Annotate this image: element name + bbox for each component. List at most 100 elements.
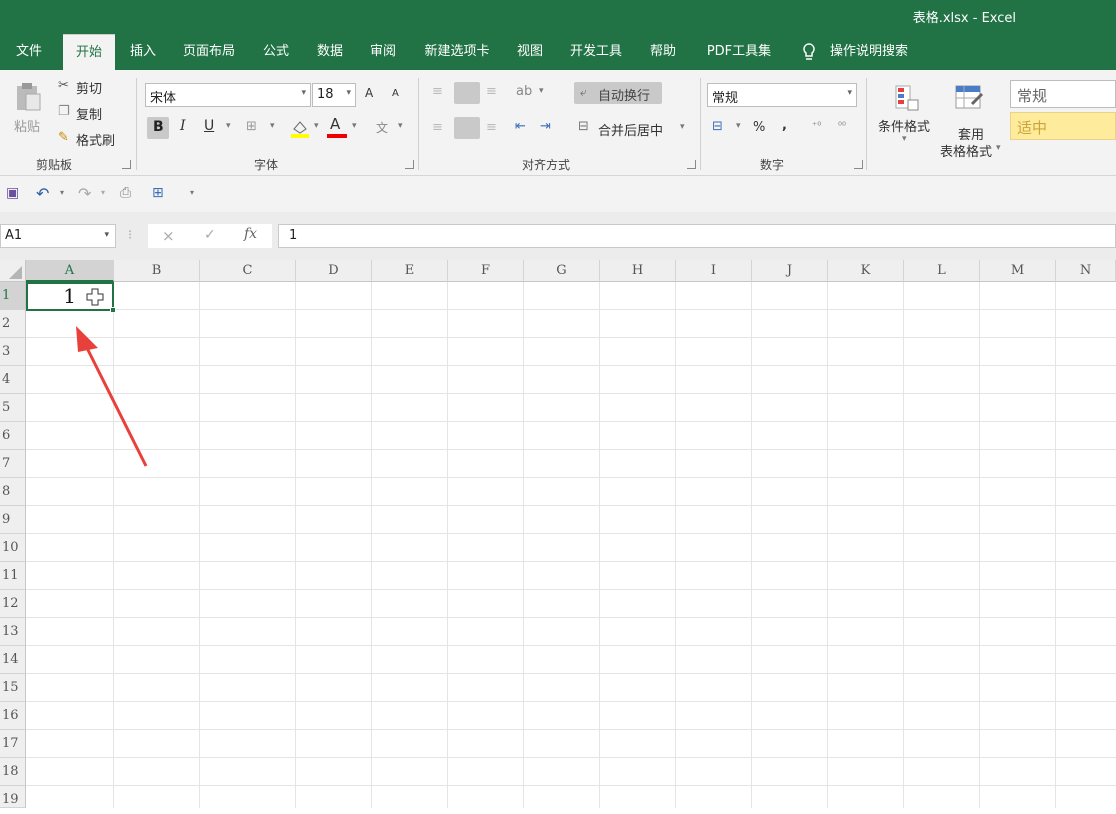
font-color-button[interactable]: A <box>326 115 348 141</box>
tab-formulas[interactable]: 公式 <box>258 34 294 70</box>
row-header-15[interactable]: 15 <box>0 674 26 702</box>
insert-function-button[interactable]: fx <box>244 226 257 242</box>
format-as-table-button[interactable]: 套用 表格格式 ▾ <box>938 78 1004 160</box>
bold-button[interactable]: B <box>147 117 169 139</box>
column-header-c[interactable]: C <box>200 260 296 282</box>
cut-button[interactable]: 剪切 <box>76 78 102 97</box>
copy-button[interactable]: 复制 <box>76 104 102 123</box>
italic-button[interactable]: I <box>180 118 186 134</box>
row-header-5[interactable]: 5 <box>0 394 26 422</box>
wrap-text-button[interactable]: 自动换行 ⤶ <box>574 82 662 104</box>
row-header-18[interactable]: 18 <box>0 758 26 786</box>
print-preview-icon[interactable]: ⎙ <box>120 185 131 201</box>
percent-button[interactable]: % <box>753 120 765 135</box>
column-header-h[interactable]: H <box>600 260 676 282</box>
tab-developer[interactable]: 开发工具 <box>565 34 627 70</box>
column-header-e[interactable]: E <box>372 260 448 282</box>
row-header-14[interactable]: 14 <box>0 646 26 674</box>
tab-file[interactable]: 文件 <box>12 34 46 70</box>
row-header-17[interactable]: 17 <box>0 730 26 758</box>
save-icon[interactable]: ▣ <box>6 185 19 201</box>
underline-button[interactable]: U <box>204 118 214 134</box>
row-header-19[interactable]: 19 <box>0 786 26 808</box>
row-header-6[interactable]: 6 <box>0 422 26 450</box>
font-name-combo[interactable]: 宋体 ▾ <box>145 83 311 107</box>
chevron-down-icon[interactable]: ▾ <box>736 121 741 131</box>
tell-me-search[interactable]: 操作说明搜索 <box>826 34 912 70</box>
currency-icon[interactable]: ⊟ <box>712 119 723 134</box>
column-header-d[interactable]: D <box>296 260 372 282</box>
row-header-9[interactable]: 9 <box>0 506 26 534</box>
orientation-icon[interactable]: ab <box>516 84 532 99</box>
worksheet-grid[interactable]: ABCDEFGHIJKLMN 1 2 3 4 5 6 7 8 9 10 11 12 13 14 15 16 17… <box>0 260 1116 808</box>
grow-font-button[interactable]: A <box>365 86 373 100</box>
comma-button[interactable]: , <box>782 118 787 133</box>
column-header-l[interactable]: L <box>904 260 980 282</box>
chevron-down-icon[interactable]: ▾ <box>314 121 319 131</box>
column-header-a[interactable]: A <box>26 260 114 282</box>
borders-icon[interactable]: ⊞ <box>246 119 257 134</box>
row-header-10[interactable]: 10 <box>0 534 26 562</box>
increase-decimal-icon[interactable]: ⁺⁰ <box>812 121 821 132</box>
row-header-11[interactable]: 11 <box>0 562 26 590</box>
align-right-icon[interactable]: ≡ <box>486 120 497 135</box>
column-header-j[interactable]: J <box>752 260 828 282</box>
tab-data[interactable]: 数据 <box>312 34 348 70</box>
column-header-m[interactable]: M <box>980 260 1056 282</box>
clipboard-launcher[interactable] <box>122 160 131 169</box>
tab-page-layout[interactable]: 页面布局 <box>178 34 240 70</box>
tab-review[interactable]: 审阅 <box>365 34 401 70</box>
row-header-12[interactable]: 12 <box>0 590 26 618</box>
row-header-4[interactable]: 4 <box>0 366 26 394</box>
fill-color-icon[interactable] <box>290 117 310 143</box>
tab-help[interactable]: 帮助 <box>645 34 681 70</box>
row-header-16[interactable]: 16 <box>0 702 26 730</box>
column-header-g[interactable]: G <box>524 260 600 282</box>
column-header-f[interactable]: F <box>448 260 524 282</box>
row-header-13[interactable]: 13 <box>0 618 26 646</box>
tab-view[interactable]: 视图 <box>512 34 548 70</box>
column-header-b[interactable]: B <box>114 260 200 282</box>
conditional-formatting-button[interactable]: 条件格式 ▾ <box>876 78 936 154</box>
align-left-icon[interactable]: ≡ <box>432 120 443 135</box>
select-all-corner[interactable] <box>0 260 26 282</box>
chevron-down-icon[interactable]: ▾ <box>60 188 64 197</box>
active-cell-a1[interactable]: 1 <box>26 282 116 313</box>
format-painter-button[interactable]: 格式刷 <box>76 130 115 149</box>
align-center-button[interactable] <box>454 117 480 139</box>
chevron-down-icon[interactable]: ▾ <box>352 121 357 131</box>
chevron-down-icon[interactable]: ▾ <box>101 188 105 197</box>
align-bottom-icon[interactable]: ≡ <box>486 84 497 99</box>
undo-icon[interactable]: ↶ <box>36 184 49 203</box>
number-launcher[interactable] <box>854 160 863 169</box>
cell-style-neutral[interactable]: 适中 <box>1010 112 1116 140</box>
tab-insert[interactable]: 插入 <box>126 34 160 70</box>
shrink-font-button[interactable]: A <box>392 88 399 99</box>
row-header-7[interactable]: 7 <box>0 450 26 478</box>
tab-home[interactable]: 开始 <box>63 34 115 70</box>
decrease-indent-icon[interactable]: ⇤ <box>515 119 526 134</box>
row-header-3[interactable]: 3 <box>0 338 26 366</box>
row-header-8[interactable]: 8 <box>0 478 26 506</box>
cell-style-normal[interactable]: 常规 <box>1010 80 1116 108</box>
lightbulb-icon[interactable] <box>800 34 818 70</box>
column-header-n[interactable]: N <box>1056 260 1116 282</box>
alignment-launcher[interactable] <box>687 160 696 169</box>
enter-button[interactable]: ✓ <box>204 227 216 243</box>
column-header-i[interactable]: I <box>676 260 752 282</box>
chevron-down-icon[interactable]: ▾ <box>680 122 685 132</box>
align-middle-button[interactable] <box>454 82 480 104</box>
tab-new-tab[interactable]: 新建选项卡 <box>418 34 496 70</box>
tab-pdf-tools[interactable]: PDF工具集 <box>700 34 778 70</box>
chevron-down-icon[interactable]: ▾ <box>270 121 275 131</box>
number-format-combo[interactable]: 常规 ▾ <box>707 83 857 107</box>
cancel-button[interactable]: × <box>162 227 175 245</box>
merge-center-button[interactable]: 合并后居中 <box>598 120 663 139</box>
formula-input[interactable]: 1 <box>278 224 1116 248</box>
row-header-2[interactable]: 2 <box>0 310 26 338</box>
increase-indent-icon[interactable]: ⇥ <box>540 119 551 134</box>
paste-button[interactable]: 粘贴 <box>8 78 48 148</box>
phonetic-button[interactable]: 文 <box>376 119 388 136</box>
row-header-1[interactable]: 1 <box>0 282 26 310</box>
customize-qat-icon[interactable]: ▾ <box>190 188 194 197</box>
